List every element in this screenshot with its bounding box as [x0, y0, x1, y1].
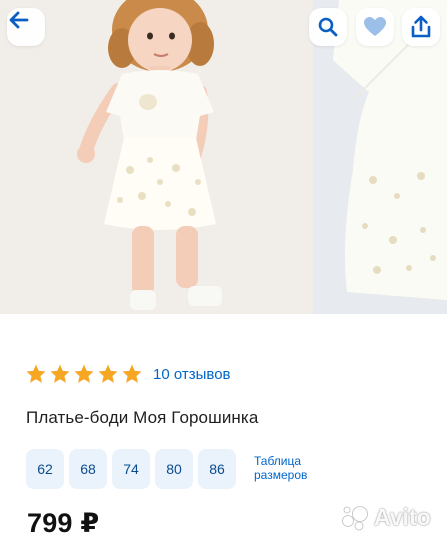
- star-icon: [26, 364, 46, 383]
- size-table-label-line2: размеров: [254, 468, 308, 482]
- product-gallery[interactable]: [0, 0, 447, 314]
- search-button[interactable]: [309, 8, 347, 46]
- rating-stars: [25, 363, 143, 385]
- star-icon: [122, 364, 142, 383]
- product-photo-main[interactable]: [0, 0, 313, 314]
- avito-logo-icon: [342, 505, 368, 530]
- size-option-80[interactable]: 80: [155, 449, 193, 489]
- size-table-label-line1: Таблица: [254, 454, 302, 468]
- star-icon: [74, 364, 94, 383]
- rating-row[interactable]: 10 отзывов: [25, 362, 231, 386]
- avito-watermark: Avito: [340, 504, 431, 531]
- favorite-button[interactable]: [356, 8, 394, 46]
- size-option-62[interactable]: 62: [26, 449, 64, 489]
- search-icon: [318, 17, 338, 37]
- size-table-link[interactable]: Таблица размеров: [254, 454, 324, 482]
- back-button[interactable]: [7, 8, 45, 46]
- watermark-text: Avito: [374, 504, 431, 530]
- product-photo-secondary[interactable]: [313, 0, 447, 314]
- child-in-dress-image: [0, 0, 313, 314]
- dress-flatlay-image: [313, 0, 447, 314]
- star-icon: [50, 364, 70, 383]
- share-button[interactable]: [402, 8, 440, 46]
- product-price: 799 ₽: [27, 508, 100, 538]
- reviews-link[interactable]: 10 отзывов: [153, 366, 231, 383]
- product-title: Платье-боди Моя Горошинка: [26, 408, 259, 427]
- size-selector: 62 68 74 80 86: [26, 449, 236, 489]
- arrow-left-icon: [9, 11, 29, 29]
- heart-icon: [364, 17, 386, 36]
- size-option-68[interactable]: 68: [69, 449, 107, 489]
- star-icon: [98, 364, 118, 383]
- share-icon: [411, 15, 431, 38]
- size-option-86[interactable]: 86: [198, 449, 236, 489]
- size-option-74[interactable]: 74: [112, 449, 150, 489]
